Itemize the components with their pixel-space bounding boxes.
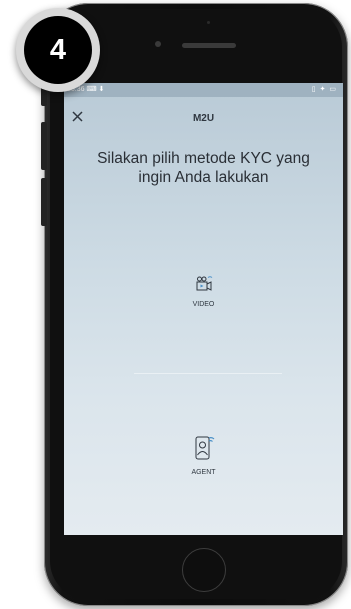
video-kyc-option[interactable]: VIDEO xyxy=(64,275,343,308)
step-number: 4 xyxy=(49,33,67,66)
app-title: M2U xyxy=(192,113,215,124)
step-badge: 4 xyxy=(16,8,100,92)
volume-up-button xyxy=(41,122,47,170)
options-divider xyxy=(134,373,282,374)
front-camera xyxy=(155,41,161,47)
status-icons: ▯ ✦ ▭ xyxy=(311,86,337,93)
status-bar: 10:36 ⌨ ⬇ ▯ ✦ ▭ xyxy=(64,83,343,97)
step-badge-inner: 4 xyxy=(24,16,92,84)
agent-phone-icon xyxy=(195,436,214,460)
prompt-line-2: ingin Anda lakukan xyxy=(138,169,269,186)
video-label: VIDEO xyxy=(192,301,215,308)
agent-kyc-option[interactable]: AGENT xyxy=(64,435,343,476)
agent-label: AGENT xyxy=(191,469,216,476)
earpiece-speaker xyxy=(182,43,236,48)
prompt-line-1: Silakan pilih metode KYC yang xyxy=(97,150,310,167)
sensor-dot xyxy=(207,21,210,24)
home-button[interactable] xyxy=(182,548,226,592)
phone-screen: 10:36 ⌨ ⬇ ▯ ✦ ▭ M2U Silakan pilih metode… xyxy=(64,83,343,535)
volume-down-button xyxy=(41,178,47,226)
kyc-prompt: Silakan pilih metode KYC yang ingin Anda… xyxy=(64,149,343,187)
video-camera-icon xyxy=(196,276,212,291)
